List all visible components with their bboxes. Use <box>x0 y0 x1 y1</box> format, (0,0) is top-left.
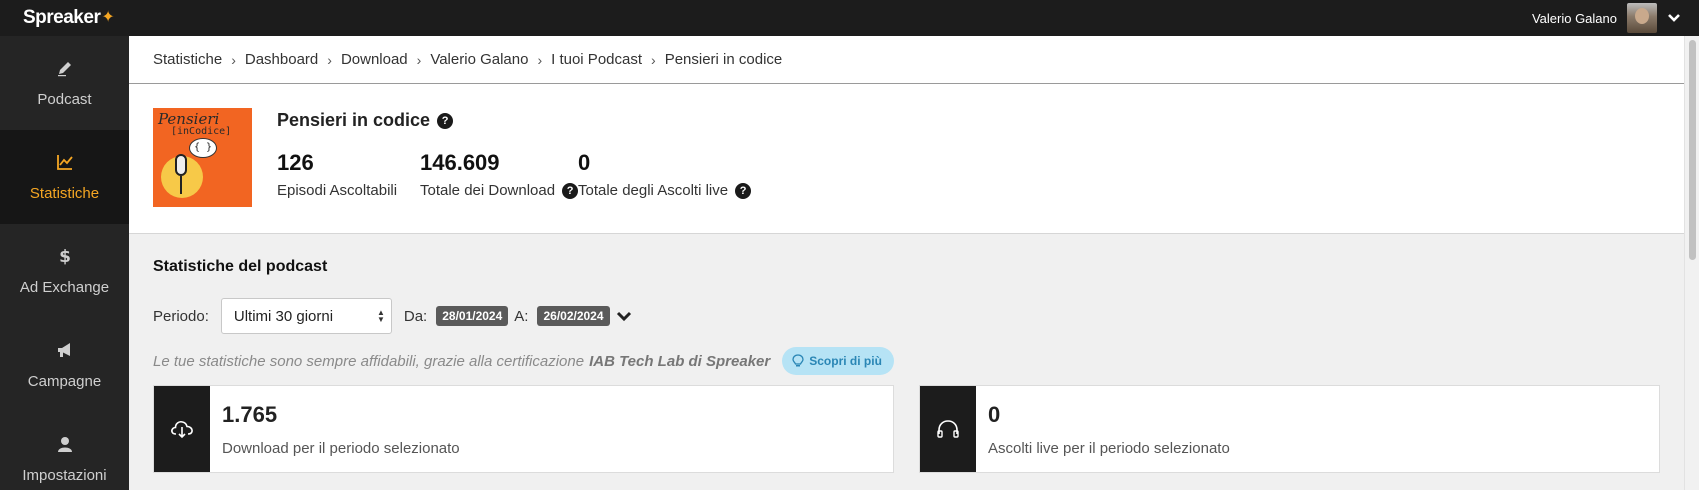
chevron-down-icon[interactable] <box>616 308 632 324</box>
user-name: Valerio Galano <box>1531 10 1617 26</box>
sidebar-item-label: Ad Exchange <box>19 278 110 296</box>
stat-live: 0 Totale degli Ascolti live? <box>578 150 752 199</box>
from-label: Da: <box>403 307 428 325</box>
sidebar-item-campagne[interactable]: Campagne <box>0 318 129 412</box>
sidebar-item-label: Statistiche <box>29 184 100 202</box>
main-content: Statistiche › Dashboard › Download › Valeri… <box>129 36 1684 490</box>
chevron-right-icon: › <box>416 51 422 68</box>
help-icon[interactable]: ? <box>735 182 752 199</box>
stat-label-text: Totale degli Ascolti live <box>578 182 729 199</box>
breadcrumb-item[interactable]: Statistiche <box>153 51 222 68</box>
sidebar-item-ad-exchange[interactable]: $ Ad Exchange <box>0 224 129 318</box>
breadcrumb-item[interactable]: Valerio Galano <box>430 51 528 68</box>
user-icon <box>57 436 72 452</box>
logo-star-icon: ✦ <box>101 9 115 26</box>
help-icon[interactable]: ? <box>562 182 579 199</box>
card-value: 1.765 <box>222 402 278 427</box>
headphones-icon <box>937 420 959 438</box>
stat-label: Totale dei Download? <box>420 182 579 199</box>
card-body: 0 Ascolti live per il periodo selezionat… <box>976 386 1242 472</box>
card-icon-box <box>920 386 976 472</box>
mic-stand <box>180 176 182 194</box>
breadcrumb-current: Pensieri in codice <box>664 51 783 68</box>
learn-more-label: Scopri di più <box>809 354 882 368</box>
stat-label: Totale degli Ascolti live? <box>578 182 752 199</box>
card-value: 0 <box>988 402 1001 427</box>
to-date[interactable]: 26/02/2024 <box>537 306 610 326</box>
podcast-header: Pensieri [inCodice] { } Pensieri in codi… <box>129 84 1684 234</box>
stat-label-text: Totale dei Download <box>420 182 556 199</box>
stat-value: 146.609 <box>420 150 500 175</box>
megaphone-icon <box>57 342 70 357</box>
certification-note: Le tue statistiche sono sempre affidabil… <box>153 347 1660 375</box>
breadcrumb-item[interactable]: Download <box>341 51 408 68</box>
chevron-right-icon: › <box>231 51 236 68</box>
sidebar-item-label: Impostazioni <box>22 466 107 484</box>
top-bar: Spreaker✦ Valerio Galano <box>0 0 1699 36</box>
scrollbar-thumb[interactable] <box>1689 40 1696 260</box>
card-label: Ascolti live per il periodo selezionato <box>988 440 1230 457</box>
logo-text: Spreaker <box>23 7 101 28</box>
breadcrumb: Statistiche › Dashboard › Download › Valeri… <box>129 36 1684 84</box>
sidebar-item-label: Podcast <box>37 90 92 108</box>
podcast-cover[interactable]: Pensieri [inCodice] { } <box>153 108 252 207</box>
podcast-title: Pensieri in codice ? <box>277 110 454 131</box>
chevron-down-icon[interactable] <box>1667 11 1681 25</box>
stat-episodes: 126 Episodi Ascoltabili <box>277 150 397 199</box>
help-icon[interactable]: ? <box>437 112 454 129</box>
svg-text:$: $ <box>59 247 71 265</box>
breadcrumb-item[interactable]: Dashboard <box>245 51 318 68</box>
microphone-icon <box>175 154 187 176</box>
card-icon-box <box>154 386 210 472</box>
sidebar-item-statistiche[interactable]: Statistiche <box>0 130 129 224</box>
stat-cards: 1.765 Download per il periodo selezionat… <box>153 385 1660 473</box>
downloads-card: 1.765 Download per il periodo selezionat… <box>153 385 894 473</box>
select-arrows-icon: ▲ ▼ <box>376 308 385 324</box>
to-label: A: <box>514 307 529 325</box>
period-row: Periodo: Ultimi 30 giorni ▲ ▼ Da: 28/01/2… <box>153 298 1660 334</box>
sidebar-item-podcast[interactable]: Podcast <box>0 36 129 130</box>
podcast-stats-section: Statistiche del podcast Periodo: Ultimi … <box>129 234 1684 473</box>
sidebar: Podcast Statistiche $ Ad Exchange Campag… <box>0 36 129 490</box>
scrollbar[interactable] <box>1684 36 1699 490</box>
spreaker-logo[interactable]: Spreaker✦ <box>23 7 115 29</box>
user-menu[interactable]: Valerio Galano <box>1532 2 1681 34</box>
cover-subtitle: [inCodice] <box>171 126 232 137</box>
learn-more-button[interactable]: Scopri di più <box>782 347 894 375</box>
chart-icon <box>56 154 73 170</box>
card-label: Download per il periodo selezionato <box>222 440 460 457</box>
section-title: Statistiche del podcast <box>153 258 328 275</box>
avatar[interactable] <box>1627 3 1657 33</box>
stat-label-text: Episodi Ascoltabili <box>277 182 398 199</box>
cloud-download-icon <box>171 420 193 439</box>
dollar-icon: $ <box>59 247 71 265</box>
lightbulb-icon <box>792 354 804 367</box>
chevron-right-icon: › <box>327 51 332 68</box>
breadcrumb-item[interactable]: I tuoi Podcast <box>551 51 642 68</box>
from-date[interactable]: 28/01/2024 <box>436 306 509 326</box>
pencil-icon <box>57 61 71 76</box>
period-select[interactable]: Ultimi 30 giorni ▲ ▼ <box>220 298 392 334</box>
cert-bold: IAB Tech Lab di Spreaker <box>589 352 771 370</box>
podcast-title-text: Pensieri in codice <box>277 110 431 130</box>
chevron-right-icon: › <box>651 51 656 68</box>
sidebar-item-impostazioni[interactable]: Impostazioni <box>0 412 129 490</box>
period-select-value: Ultimi 30 giorni <box>233 307 334 325</box>
stat-label: Episodi Ascoltabili <box>277 182 397 199</box>
stat-downloads: 146.609 Totale dei Download? <box>420 150 579 199</box>
period-label: Periodo: <box>153 307 209 325</box>
sidebar-item-label: Campagne <box>27 372 102 390</box>
cert-text: Le tue statistiche sono sempre affidabil… <box>153 352 585 370</box>
card-body: 1.765 Download per il periodo selezionat… <box>210 386 472 472</box>
stat-value: 126 <box>277 150 314 175</box>
live-listens-card: 0 Ascolti live per il periodo selezionat… <box>919 385 1660 473</box>
chevron-right-icon: › <box>537 51 543 68</box>
cover-bubble: { } <box>189 138 217 158</box>
stat-value: 0 <box>578 150 591 175</box>
